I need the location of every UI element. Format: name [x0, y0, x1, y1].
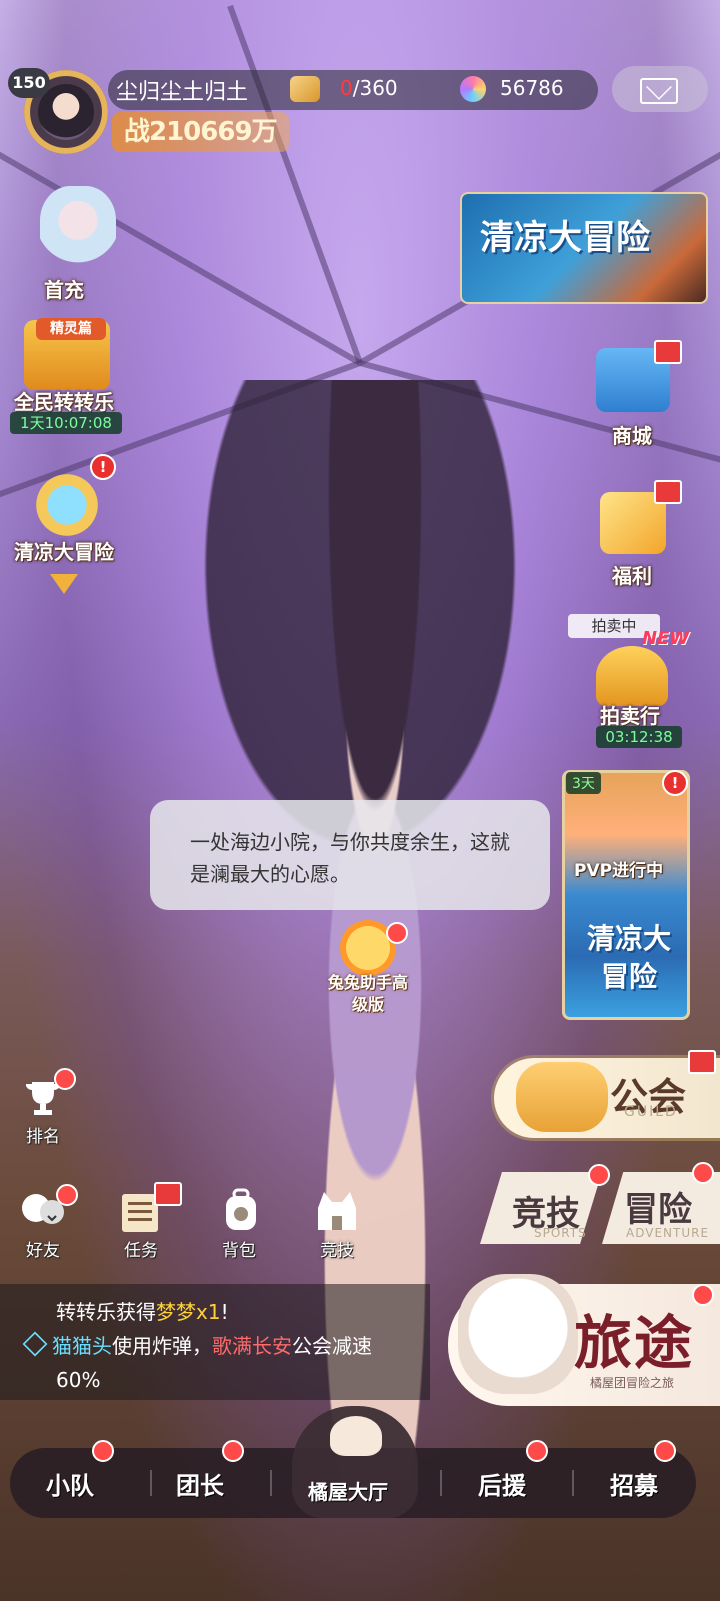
- chat-line-1: 转转乐获得梦梦x1!: [56, 1296, 229, 1328]
- nav-divider: [440, 1470, 442, 1496]
- speech-text: 一处海边小院，与你共度余生，这就是澜最大的心愿。: [190, 830, 510, 886]
- pvp-status-label: PVP进行中: [574, 861, 664, 881]
- chat-item-name: 梦梦x1: [156, 1300, 221, 1324]
- chat-line-2: 猫猫头使用炸弹，歌满长安公会减速: [22, 1330, 372, 1362]
- guild-cat-icon: [516, 1062, 608, 1132]
- stamina-max: /360: [352, 76, 398, 100]
- gem-icon[interactable]: [460, 76, 486, 102]
- shop-gift-icon: [654, 340, 682, 364]
- support-notification-dot: [526, 1440, 548, 1462]
- combat-power-box: 战210669万: [112, 112, 289, 152]
- chat-text: 使用炸弹，: [112, 1334, 212, 1358]
- mail-icon[interactable]: [640, 78, 678, 104]
- pvp-event-title: 清凉大冒险: [586, 922, 671, 993]
- pvp-days-remaining: 3天: [566, 772, 601, 794]
- journey-label: 旅途: [574, 1309, 695, 1377]
- nav-divider: [150, 1470, 152, 1496]
- first-charge-label[interactable]: 首充: [44, 274, 84, 303]
- stamina-counter[interactable]: 0/360: [340, 76, 398, 100]
- spin-event-label[interactable]: 全民转转乐: [14, 386, 114, 415]
- arena-notification-dot: [588, 1164, 610, 1186]
- player-nickname: 尘归尘土归土: [116, 80, 249, 105]
- nav-hall[interactable]: 橘屋大厅: [308, 1476, 388, 1505]
- chat-user-name: 猫猫头: [52, 1334, 112, 1358]
- journey-subtitle: 橘屋团冒险之旅: [590, 1376, 675, 1390]
- tasks-gift-icon: [154, 1182, 182, 1206]
- rank-notification-dot: [54, 1068, 76, 1090]
- pvp-alert-icon: !: [662, 770, 688, 796]
- cat-house-icon[interactable]: [312, 1188, 362, 1232]
- friends-label[interactable]: 好友: [26, 1236, 60, 1261]
- guild-subtitle: GUILD: [624, 1104, 678, 1120]
- cat-house-icon[interactable]: [330, 1416, 382, 1456]
- gem-counter[interactable]: 56786: [500, 76, 564, 100]
- cool-adventure-alert-icon: !: [90, 454, 116, 480]
- nav-support[interactable]: 后援: [478, 1466, 526, 1501]
- auction-label[interactable]: 拍卖行: [600, 700, 660, 729]
- spin-event-tag: 精灵篇: [36, 318, 106, 340]
- cool-adventure-icon[interactable]: [24, 470, 110, 540]
- auction-hammer-icon[interactable]: [596, 646, 668, 706]
- welfare-label[interactable]: 福利: [612, 560, 652, 589]
- guild-war-icon: [22, 1331, 48, 1357]
- adventure-subtitle: ADVENTURE: [626, 1226, 710, 1240]
- friends-notification-dot: [56, 1184, 78, 1206]
- guild-gift-icon: [688, 1050, 716, 1074]
- recruit-notification-dot: [654, 1440, 676, 1462]
- stamina-icon[interactable]: [290, 76, 320, 102]
- journey-notification-dot: [692, 1284, 714, 1306]
- nav-team[interactable]: 小队: [46, 1466, 94, 1501]
- tasks-label[interactable]: 任务: [124, 1236, 158, 1261]
- team-notification-dot: [92, 1440, 114, 1462]
- shop-label[interactable]: 商城: [612, 420, 652, 449]
- welfare-gift-icon: [654, 480, 682, 504]
- dungeon-label[interactable]: 竞技: [320, 1236, 354, 1261]
- arena-subtitle: SPORTS: [534, 1226, 587, 1240]
- nav-divider: [270, 1470, 272, 1496]
- rabbit-helper-label[interactable]: 兔兔助手高级版: [322, 972, 414, 1016]
- helper-notification-dot: [386, 922, 408, 944]
- auction-timer: 03:12:38: [596, 726, 682, 748]
- stamina-current: 0: [340, 76, 353, 100]
- player-level-badge: 150: [8, 68, 50, 98]
- cool-adventure-label[interactable]: 清凉大冒险: [14, 536, 114, 565]
- nav-recruit[interactable]: 招募: [610, 1466, 658, 1501]
- adventure-label: 冒险: [624, 1190, 692, 1230]
- nav-divider: [572, 1470, 574, 1496]
- bag-label[interactable]: 背包: [222, 1236, 256, 1261]
- first-charge-icon[interactable]: [40, 186, 116, 272]
- spin-event-timer: 1天10:07:08: [10, 412, 122, 434]
- chat-text: !: [220, 1300, 229, 1324]
- adventure-notification-dot: [692, 1162, 714, 1184]
- rank-label[interactable]: 排名: [26, 1122, 60, 1147]
- combat-power: 战210669万: [124, 117, 278, 147]
- chat-line-3: 60%: [56, 1368, 101, 1392]
- event-banner-title: 清凉大冒险: [480, 218, 650, 258]
- journey-cat-icon: [458, 1274, 578, 1394]
- chat-text: 公会减速: [292, 1334, 372, 1358]
- nav-leader[interactable]: 团长: [176, 1466, 224, 1501]
- chat-guild-name: 歌满长安: [212, 1334, 292, 1358]
- auction-new-badge: NEW: [642, 628, 690, 649]
- expand-arrow-icon[interactable]: [50, 574, 78, 594]
- chat-text: 转转乐获得: [56, 1300, 156, 1324]
- leader-notification-dot: [222, 1440, 244, 1462]
- backpack-icon[interactable]: [216, 1188, 266, 1232]
